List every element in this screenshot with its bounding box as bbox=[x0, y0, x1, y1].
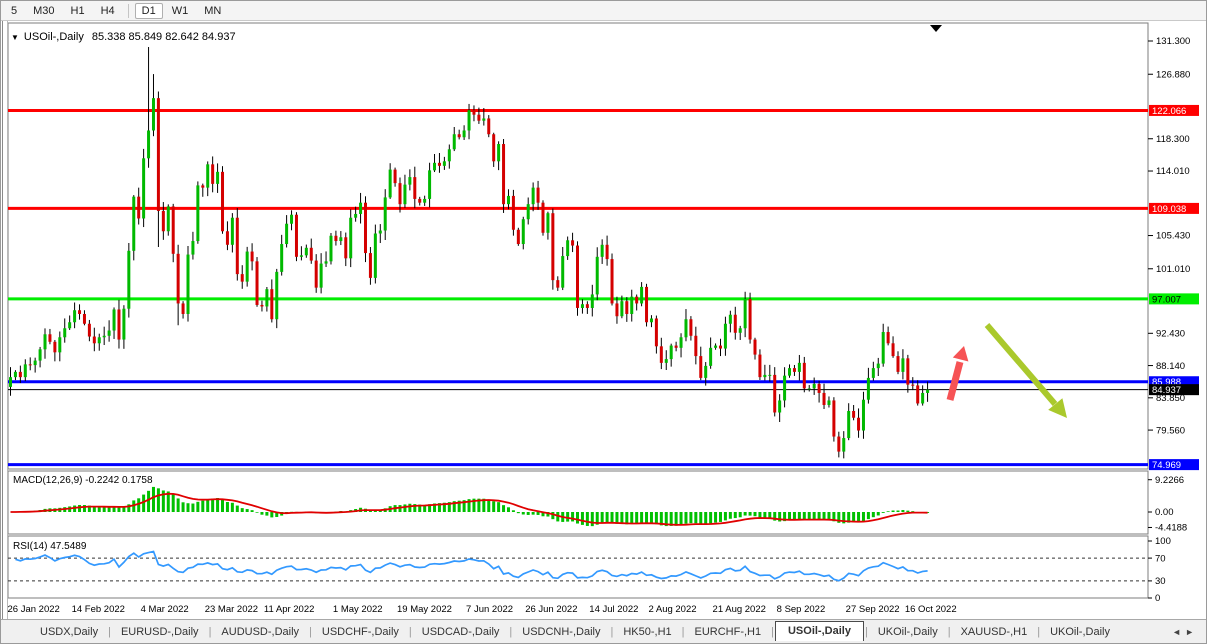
svg-text:105.430: 105.430 bbox=[1156, 231, 1190, 242]
svg-text:16 Oct 2022: 16 Oct 2022 bbox=[905, 604, 957, 615]
symbol-dropdown-icon[interactable]: ▼ bbox=[11, 33, 19, 42]
svg-text:101.010: 101.010 bbox=[1156, 264, 1190, 275]
svg-text:26 Jan 2022: 26 Jan 2022 bbox=[8, 604, 60, 615]
tab-separator: | bbox=[1037, 625, 1041, 638]
svg-text:26 Jun 2022: 26 Jun 2022 bbox=[525, 604, 577, 615]
svg-text:131.300: 131.300 bbox=[1156, 36, 1190, 47]
svg-text:-4.4188: -4.4188 bbox=[1155, 523, 1187, 534]
tab-scroll-left-icon[interactable]: ◄ bbox=[1172, 627, 1185, 637]
symbol-tab-eurchf-h1[interactable]: EURCHF-,H1 bbox=[686, 623, 771, 641]
svg-text:27 Sep 2022: 27 Sep 2022 bbox=[846, 604, 900, 615]
tab-separator: | bbox=[208, 625, 212, 638]
svg-text:84.937: 84.937 bbox=[1152, 385, 1181, 396]
svg-text:97.007: 97.007 bbox=[1152, 294, 1181, 305]
price-axis[interactable]: 131.300 126.880 118.300 114.010 105.430 101.0… bbox=[1148, 36, 1199, 471]
chart-area[interactable]: ▼ USOil-,Daily 85.338 85.849 82.642 84.937… bbox=[1, 21, 1207, 619]
svg-text:109.038: 109.038 bbox=[1152, 204, 1186, 215]
timeframe-button-d1[interactable]: D1 bbox=[134, 2, 163, 19]
svg-text:0.00: 0.00 bbox=[1155, 507, 1174, 518]
svg-text:1 May 2022: 1 May 2022 bbox=[333, 604, 383, 615]
timeframe-button-m30[interactable]: M30 bbox=[26, 3, 61, 19]
svg-text:126.880: 126.880 bbox=[1156, 69, 1190, 80]
tab-separator: | bbox=[771, 625, 774, 638]
timeframe-button-w1[interactable]: W1 bbox=[165, 3, 196, 19]
svg-text:9.2266: 9.2266 bbox=[1155, 475, 1184, 486]
date-axis[interactable]: 26 Jan 2022 14 Feb 2022 4 Mar 2022 23 Mar 2… bbox=[8, 604, 957, 615]
svg-text:14 Jul 2022: 14 Jul 2022 bbox=[589, 604, 638, 615]
chart-ohlc-values: 85.338 85.849 82.642 84.937 bbox=[92, 31, 236, 43]
macd-label: MACD(12,26,9) -0.2242 0.1758 bbox=[13, 475, 153, 486]
svg-text:88.140: 88.140 bbox=[1156, 361, 1185, 372]
timeframe-button-h4[interactable]: H4 bbox=[94, 3, 122, 19]
timeframe-button-h1[interactable]: H1 bbox=[64, 3, 92, 19]
symbol-tab-usoil-daily[interactable]: USOil-,Daily bbox=[774, 620, 864, 641]
svg-text:21 Aug 2022: 21 Aug 2022 bbox=[713, 604, 766, 615]
tab-separator: | bbox=[509, 625, 513, 638]
svg-text:100: 100 bbox=[1155, 536, 1171, 547]
tab-separator: | bbox=[309, 625, 312, 638]
svg-text:23 Mar 2022: 23 Mar 2022 bbox=[205, 604, 258, 615]
tab-scroll-arrows[interactable]: ◄► bbox=[1172, 627, 1206, 637]
svg-text:114.010: 114.010 bbox=[1156, 166, 1190, 177]
svg-text:79.560: 79.560 bbox=[1156, 425, 1185, 436]
window-frame-left bbox=[2, 21, 8, 619]
tab-separator: | bbox=[681, 625, 685, 638]
toolbar-divider bbox=[127, 3, 129, 18]
symbol-tab-ukoil-daily[interactable]: UKOil-,Daily bbox=[869, 623, 947, 641]
svg-text:74.969: 74.969 bbox=[1152, 460, 1181, 471]
tab-separator: | bbox=[864, 625, 868, 638]
symbol-tab-eurusd-daily[interactable]: EURUSD-,Daily bbox=[112, 623, 208, 641]
svg-text:8 Sep 2022: 8 Sep 2022 bbox=[777, 604, 826, 615]
svg-text:4 Mar 2022: 4 Mar 2022 bbox=[141, 604, 189, 615]
symbol-tab-audusd-daily[interactable]: AUDUSD-,Daily bbox=[212, 623, 308, 641]
tab-separator: | bbox=[947, 625, 951, 638]
svg-text:118.300: 118.300 bbox=[1156, 134, 1190, 145]
svg-text:2 Aug 2022: 2 Aug 2022 bbox=[648, 604, 696, 615]
symbol-tab-ukoil-daily[interactable]: UKOil-,Daily bbox=[1041, 623, 1119, 641]
svg-text:14 Feb 2022: 14 Feb 2022 bbox=[72, 604, 125, 615]
symbol-tab-xauusd-h1[interactable]: XAUUSD-,H1 bbox=[952, 623, 1037, 641]
symbol-tab-usdx-daily[interactable]: USDX,Daily bbox=[31, 623, 107, 641]
tab-separator: | bbox=[408, 625, 412, 638]
svg-text:30: 30 bbox=[1155, 576, 1166, 587]
symbol-tab-usdchf-daily[interactable]: USDCHF-,Daily bbox=[313, 623, 408, 641]
svg-text:0: 0 bbox=[1155, 593, 1160, 604]
svg-text:11 Apr 2022: 11 Apr 2022 bbox=[264, 604, 315, 615]
svg-text:92.430: 92.430 bbox=[1156, 329, 1185, 340]
trading-terminal-window: 5 M30 H1 H4 D1 W1 MN ▼ USOil-,Daily 85.338 85.84… bbox=[0, 0, 1207, 644]
symbol-tab-usdcad-daily[interactable]: USDCAD-,Daily bbox=[413, 623, 509, 641]
timeframe-toolbar: 5 M30 H1 H4 D1 W1 MN bbox=[1, 1, 1206, 21]
timeframe-button-mn[interactable]: MN bbox=[197, 3, 228, 19]
chart-symbol-label: USOil-,Daily bbox=[24, 31, 84, 43]
symbol-tab-bar: USDX,Daily | EURUSD-,Daily | AUDUSD-,Daily | U… bbox=[1, 619, 1206, 643]
symbol-tab-hk50-h1[interactable]: HK50-,H1 bbox=[614, 623, 680, 641]
rsi-label: RSI(14) 47.5489 bbox=[13, 541, 87, 552]
tab-separator: | bbox=[610, 625, 614, 638]
timeframe-button-5[interactable]: 5 bbox=[4, 3, 24, 19]
chart-title: ▼ USOil-,Daily 85.338 85.849 82.642 84.937 bbox=[11, 31, 236, 43]
svg-text:19 May 2022: 19 May 2022 bbox=[397, 604, 452, 615]
svg-text:122.066: 122.066 bbox=[1152, 106, 1186, 117]
svg-text:70: 70 bbox=[1155, 553, 1166, 564]
svg-text:7 Jun 2022: 7 Jun 2022 bbox=[466, 604, 513, 615]
tab-separator: | bbox=[108, 625, 111, 638]
tab-scroll-right-icon[interactable]: ► bbox=[1185, 627, 1198, 637]
symbol-tab-usdcnh-daily[interactable]: USDCNH-,Daily bbox=[513, 623, 609, 641]
